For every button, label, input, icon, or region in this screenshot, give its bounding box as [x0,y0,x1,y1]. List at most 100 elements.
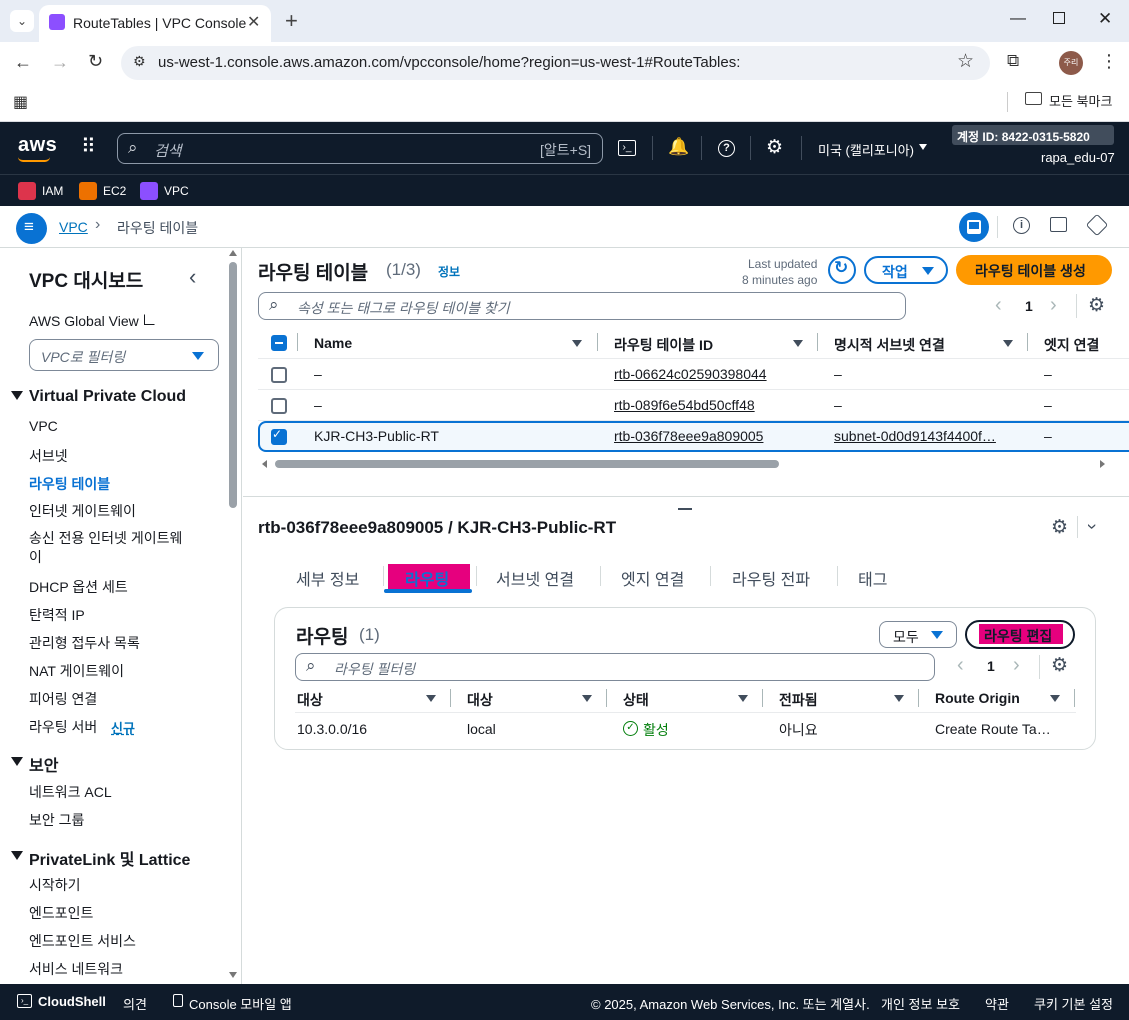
row-route-table-id-link[interactable]: rtb-06624c02590398044 [614,366,767,382]
tab-edge-associations[interactable]: 엣지 연결 [621,566,684,590]
row-checkbox[interactable] [271,398,287,414]
new-tab-icon[interactable]: + [285,8,298,34]
prev-page-icon[interactable]: ‹ [995,294,1002,317]
terms-link[interactable]: 약관 [985,994,1009,1013]
routes-preferences-gear-icon[interactable]: ⚙ [1051,654,1068,677]
browser-menu-icon[interactable]: ⋮ [1100,51,1118,72]
section-caret-icon[interactable] [11,757,23,766]
section-caret-icon[interactable] [11,851,23,860]
sidebar-item-vpc[interactable]: VPC [29,418,58,434]
services-menu-icon[interactable]: ⠿ [81,134,96,159]
back-icon[interactable]: ← [14,52,32,73]
sidebar-scrollbar[interactable] [229,262,237,508]
global-view-link[interactable]: AWS Global View [29,313,139,329]
tab-search-icon[interactable]: ⌄ [10,10,34,32]
row-route-table-id-link[interactable]: rtb-089f6e54bd50cff48 [614,397,755,413]
table-row[interactable]: – rtb-06624c02590398044 – – [258,359,1129,390]
account-badge[interactable]: 계정 ID: 8422-0315-5820 [952,125,1114,145]
route-table-search-input[interactable]: ⌕ 속성 또는 태그로 라우팅 테이블 찾기 [258,292,906,320]
split-panel-resize-handle[interactable] [678,508,692,510]
tab-tags[interactable]: 태그 [858,566,887,590]
sidebar-item-network-acl[interactable]: 네트워크 ACL [29,782,112,802]
sidebar-item-route-tables[interactable]: 라우팅 테이블 [29,474,110,494]
scroll-left-icon[interactable] [262,460,267,468]
sort-icon[interactable] [582,695,592,702]
mobile-app-link[interactable]: Console 모바일 앱 [189,994,292,1013]
edit-routes-button[interactable]: 라우팅 편집 [965,620,1075,649]
split-panel-settings-gear-icon[interactable]: ⚙ [1051,516,1068,539]
username[interactable]: rapa_edu-07 [1041,150,1115,165]
feedback-panel-icon[interactable] [1050,217,1067,232]
tab-route-propagation[interactable]: 라우팅 전파 [732,566,810,590]
collapse-split-panel-icon[interactable]: › [1082,524,1103,530]
section-caret-icon[interactable] [11,391,23,400]
sidebar-title[interactable]: VPC 대시보드 [29,266,143,293]
row-subnet-link[interactable]: subnet-0d0d9143f4400f… [834,428,996,444]
actions-button[interactable]: 작업 [864,256,948,284]
column-header-name[interactable]: Name [314,335,352,351]
collapse-sidebar-icon[interactable]: ‹ [189,264,196,290]
split-panel-divider[interactable] [243,496,1129,497]
table-preferences-gear-icon[interactable]: ⚙ [1088,294,1105,317]
route-filter-select[interactable]: 모두 [879,621,957,648]
cookie-preferences-link[interactable]: 쿠키 기본 설정 [1034,994,1113,1013]
sort-icon[interactable] [1050,695,1060,702]
column-header-status[interactable]: 상태 [623,690,649,710]
sidebar-item-elastic-ip[interactable]: 탄력적 IP [29,605,85,625]
sidebar-item-service-networks[interactable]: 서비스 네트워크 [29,959,123,979]
extensions-icon[interactable]: ⧉ [1007,51,1019,71]
apps-grid-icon[interactable]: ▦ [13,92,28,112]
sidebar-item-internet-gateways[interactable]: 인터넷 게이트웨이 [29,501,136,521]
vpc-filter-select[interactable]: VPC로 필터링 [29,339,219,371]
column-header-edge-association[interactable]: 엣지 연결 [1044,335,1099,355]
sidebar-item-route-servers[interactable]: 라우팅 서버 [29,717,97,737]
split-panel-toggle-button[interactable] [959,212,989,242]
site-info-icon[interactable]: ⚙ [133,53,146,70]
route-filter-input[interactable]: ⌕ 라우팅 필터링 [295,653,935,681]
prev-page-icon[interactable]: ‹ [957,654,964,677]
table-row-selected[interactable]: ✓ KJR-CH3-Public-RT rtb-036f78eee9a80900… [258,421,1129,452]
maximize-icon[interactable] [1053,12,1065,24]
sort-icon[interactable] [793,340,803,347]
breadcrumb-vpc-link[interactable]: VPC [59,219,88,235]
tab-close-icon[interactable]: ✕ [247,12,260,32]
column-header-subnet-association[interactable]: 명시적 서브넷 연결 [834,335,945,355]
select-all-checkbox[interactable] [271,335,287,351]
browser-tab[interactable]: RouteTables | VPC Console ✕ [39,5,271,42]
info-link[interactable]: 정보 [438,263,460,280]
tab-routes[interactable]: 라우팅 [388,564,470,589]
aws-logo[interactable]: aws [18,134,57,157]
sidebar-item-peering[interactable]: 피어링 연결 [29,689,97,709]
scroll-up-icon[interactable] [229,250,237,256]
column-header-target[interactable]: 대상 [467,690,493,710]
sidebar-item-security-groups[interactable]: 보안 그룹 [29,810,84,830]
refresh-button[interactable]: ↻ [828,256,856,284]
sidebar-item-dhcp[interactable]: DHCP 옵션 세트 [29,577,128,597]
sort-icon[interactable] [738,695,748,702]
forward-icon[interactable]: → [51,52,69,73]
scroll-down-icon[interactable] [229,972,237,978]
bookmark-star-icon[interactable]: ☆ [957,50,974,73]
row-route-table-id-link[interactable]: rtb-036f78eee9a809005 [614,428,763,444]
cloudshell-icon[interactable]: ›_ [618,140,636,156]
cloudshell-link[interactable]: CloudShell [38,994,106,1009]
row-checkbox-checked[interactable]: ✓ [271,427,287,445]
side-nav-toggle-button[interactable]: ≡ [16,213,47,244]
create-route-table-button[interactable]: 라우팅 테이블 생성 [956,255,1112,285]
tab-details[interactable]: 세부 정보 [296,566,359,590]
close-window-icon[interactable]: ✕ [1098,9,1112,29]
global-search-input[interactable]: ⌕ 검색 [알트+S] [117,133,603,164]
info-panel-icon[interactable]: i [1013,217,1030,234]
current-page[interactable]: 1 [987,658,995,674]
sort-icon[interactable] [572,340,582,347]
sidebar-item-subnets[interactable]: 서브넷 [29,446,68,466]
column-header-destination[interactable]: 대상 [297,690,323,710]
current-page[interactable]: 1 [1025,298,1033,314]
sidebar-item-egress-gateways[interactable]: 송신 전용 인터넷 게이트웨 이 [29,529,182,567]
route-row[interactable]: 10.3.0.0/16 local ✓ 활성 아니요 Create Route … [295,713,1076,744]
table-row[interactable]: – rtb-089f6e54bd50cff48 – – [258,390,1129,421]
region-selector[interactable]: 미국 (캘리포니아) [818,140,914,159]
privacy-link[interactable]: 개인 정보 보호 [881,994,960,1013]
security-panel-icon[interactable] [1085,213,1109,237]
next-page-icon[interactable]: › [1050,294,1057,317]
